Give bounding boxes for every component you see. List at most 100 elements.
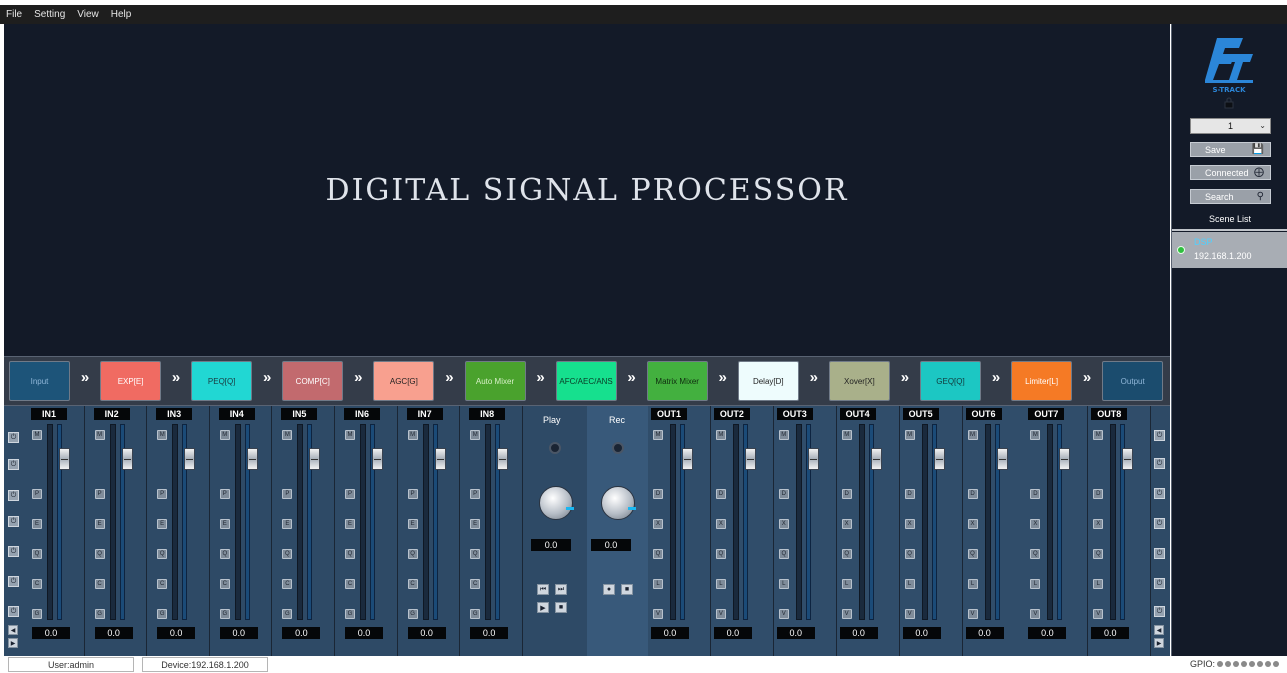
power-icon[interactable]: ⏻ xyxy=(1154,430,1165,441)
stop-icon[interactable]: ■ xyxy=(555,602,567,613)
chain-block-input[interactable]: Input xyxy=(9,361,70,401)
channel-btn-m[interactable]: M xyxy=(653,430,663,440)
channel-btn-v[interactable]: V xyxy=(653,609,663,619)
fader-knob[interactable] xyxy=(497,448,509,470)
channel-btn-m[interactable]: M xyxy=(904,430,915,440)
power-icon[interactable]: ⏻ xyxy=(8,576,19,587)
channel-btn-e[interactable]: E xyxy=(282,519,293,529)
channel-btn-e[interactable]: E xyxy=(407,519,418,529)
chain-block-delay-d[interactable]: Delay[D] xyxy=(737,361,799,401)
channel-btn-q[interactable]: Q xyxy=(470,549,481,559)
channel-btn-d[interactable]: D xyxy=(715,489,726,499)
power-icon[interactable]: ⏻ xyxy=(8,432,19,443)
next-track-icon[interactable]: ⏭ xyxy=(555,584,567,595)
channel-btn-l[interactable]: L xyxy=(841,579,852,589)
channel-btn-q[interactable]: Q xyxy=(219,549,230,559)
channel-btn-m[interactable]: M xyxy=(32,430,42,440)
channel-btn-p[interactable]: P xyxy=(32,489,42,499)
power-icon[interactable]: ⏻ xyxy=(1154,488,1165,499)
fader-knob[interactable] xyxy=(996,448,1008,470)
fader-knob[interactable] xyxy=(59,448,70,470)
chain-block-xover-x[interactable]: Xover[X] xyxy=(828,361,890,401)
channel-btn-q[interactable]: Q xyxy=(32,549,42,559)
channel-btn-m[interactable]: M xyxy=(715,430,726,440)
power-icon[interactable]: ⏻ xyxy=(8,459,19,470)
fader-knob[interactable] xyxy=(246,448,258,470)
channel-btn-m[interactable]: M xyxy=(94,430,105,440)
power-icon[interactable]: ⏻ xyxy=(1154,606,1165,617)
channel-btn-q[interactable]: Q xyxy=(653,549,663,559)
channel-btn-d[interactable]: D xyxy=(841,489,852,499)
channel-btn-g[interactable]: G xyxy=(345,609,355,619)
chain-block-limiter-l[interactable]: Limiter[L] xyxy=(1011,361,1073,401)
channel-btn-m[interactable]: M xyxy=(967,430,978,440)
channel-btn-c[interactable]: C xyxy=(407,579,418,589)
save-button[interactable]: Save 💾 xyxy=(1190,142,1271,157)
channel-btn-v[interactable]: V xyxy=(1030,609,1041,619)
power-icon[interactable]: ⏻ xyxy=(1154,518,1165,529)
channel-btn-q[interactable]: Q xyxy=(841,549,852,559)
channel-btn-q[interactable]: Q xyxy=(1030,549,1041,559)
fader-knob[interactable] xyxy=(1122,448,1134,470)
fader-knob[interactable] xyxy=(372,448,383,470)
power-icon[interactable]: ⏻ xyxy=(1154,578,1165,589)
channel-btn-q[interactable]: Q xyxy=(282,549,293,559)
channel-btn-q[interactable]: Q xyxy=(778,549,789,559)
channel-btn-g[interactable]: G xyxy=(219,609,230,619)
power-icon[interactable]: ⏻ xyxy=(8,516,19,527)
channel-btn-l[interactable]: L xyxy=(653,579,663,589)
channel-btn-d[interactable]: D xyxy=(904,489,915,499)
fader-knob[interactable] xyxy=(434,448,446,470)
chain-block-afc-aec-ans[interactable]: AFC/AEC/ANS xyxy=(555,361,617,401)
power-icon[interactable]: ⏻ xyxy=(8,546,19,557)
channel-btn-d[interactable]: D xyxy=(778,489,789,499)
fader-knob[interactable] xyxy=(870,448,882,470)
channel-btn-q[interactable]: Q xyxy=(94,549,105,559)
power-icon[interactable]: ⏻ xyxy=(8,606,19,617)
fader-knob[interactable] xyxy=(807,448,819,470)
chain-block-matrix-mixer[interactable]: Matrix Mixer xyxy=(646,361,708,401)
channel-btn-m[interactable]: M xyxy=(407,430,418,440)
channel-btn-g[interactable]: G xyxy=(94,609,105,619)
menu-setting[interactable]: Setting xyxy=(34,9,65,20)
channel-btn-m[interactable]: M xyxy=(1093,430,1104,440)
menu-file[interactable]: File xyxy=(6,9,22,20)
channel-btn-e[interactable]: E xyxy=(345,519,355,529)
channel-btn-q[interactable]: Q xyxy=(407,549,418,559)
channel-btn-v[interactable]: V xyxy=(715,609,726,619)
channel-btn-c[interactable]: C xyxy=(32,579,42,589)
scene-select[interactable]: 1 ⌄ xyxy=(1190,118,1271,134)
channel-btn-x[interactable]: X xyxy=(967,519,978,529)
chain-block-exp-e[interactable]: EXP[E] xyxy=(100,361,162,401)
fader-knob[interactable] xyxy=(309,448,321,470)
fader-knob[interactable] xyxy=(121,448,133,470)
channel-btn-x[interactable]: X xyxy=(1030,519,1041,529)
channel-btn-v[interactable]: V xyxy=(967,609,978,619)
device-list-item[interactable]: DSP 192.168.1.200 xyxy=(1172,232,1287,268)
power-icon[interactable]: ⏻ xyxy=(8,490,19,501)
channel-btn-x[interactable]: X xyxy=(778,519,789,529)
channel-btn-g[interactable]: G xyxy=(470,609,481,619)
fader-knob[interactable] xyxy=(744,448,756,470)
channel-btn-d[interactable]: D xyxy=(653,489,663,499)
channel-btn-e[interactable]: E xyxy=(94,519,105,529)
channel-btn-m[interactable]: M xyxy=(345,430,355,440)
arrow-left-icon[interactable]: ◀ xyxy=(8,625,18,635)
chain-block-peq-q[interactable]: PEQ[Q] xyxy=(191,361,253,401)
channel-btn-m[interactable]: M xyxy=(1030,430,1041,440)
channel-btn-d[interactable]: D xyxy=(967,489,978,499)
channel-btn-v[interactable]: V xyxy=(841,609,852,619)
prev-track-icon[interactable]: ⏮ xyxy=(537,584,549,595)
channel-btn-d[interactable]: D xyxy=(1093,489,1104,499)
channel-btn-m[interactable]: M xyxy=(470,430,481,440)
channel-btn-l[interactable]: L xyxy=(967,579,978,589)
fader-knob[interactable] xyxy=(933,448,945,470)
play-volume-knob[interactable] xyxy=(539,486,574,520)
channel-btn-g[interactable]: G xyxy=(32,609,42,619)
channel-btn-c[interactable]: C xyxy=(282,579,293,589)
search-button[interactable]: Search ⚲ xyxy=(1190,189,1271,204)
channel-btn-p[interactable]: P xyxy=(219,489,230,499)
channel-btn-q[interactable]: Q xyxy=(967,549,978,559)
channel-btn-x[interactable]: X xyxy=(904,519,915,529)
channel-btn-p[interactable]: P xyxy=(470,489,481,499)
